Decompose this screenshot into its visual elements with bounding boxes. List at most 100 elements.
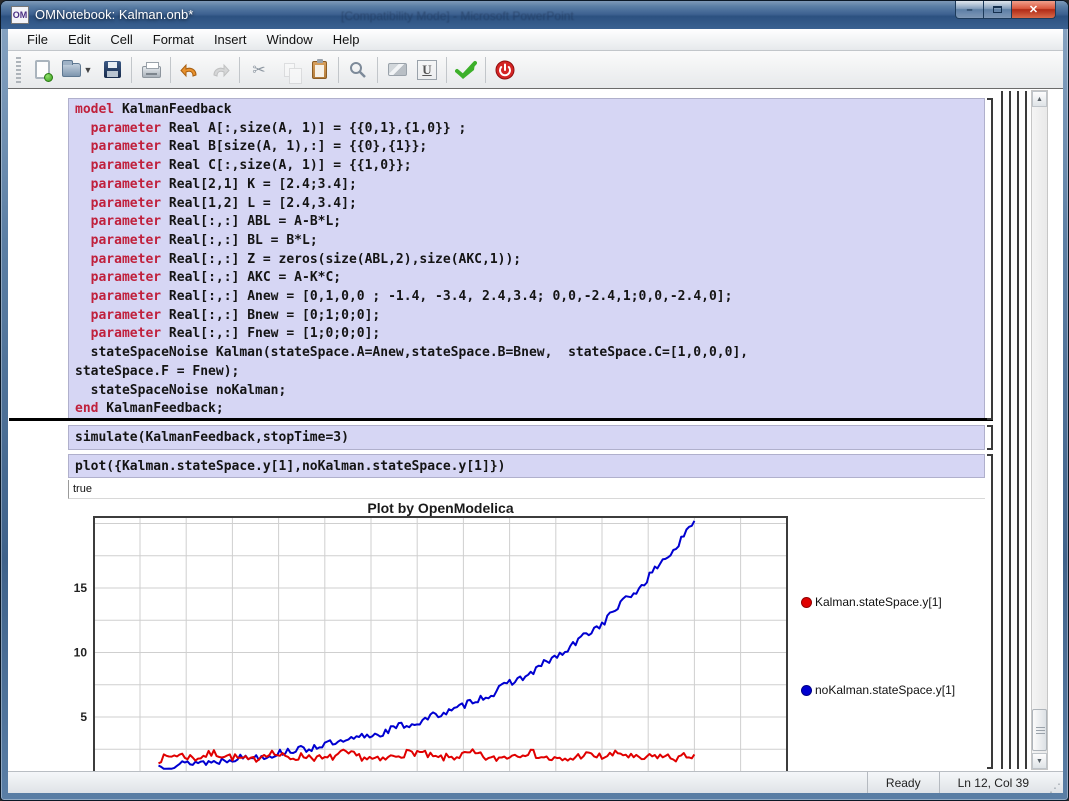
cell-cursor-line[interactable] (9, 418, 993, 421)
scroll-down-button[interactable]: ▼ (1032, 753, 1047, 769)
code-line: parameter Real[:,:] Z = zeros(size(ABL,2… (75, 251, 984, 270)
new-icon (35, 60, 50, 79)
status-ready: Ready (867, 772, 939, 793)
save-button[interactable] (97, 55, 127, 85)
group-bracket-line (1009, 91, 1011, 769)
scroll-up-icon: ▲ (1036, 96, 1043, 103)
copy-button[interactable] (274, 55, 304, 85)
search-button[interactable] (343, 55, 373, 85)
code-line: parameter Real[:,:] BL = B*L; (75, 232, 984, 251)
open-button[interactable]: ▼ (57, 55, 97, 85)
code-line: stateSpaceNoise Kalman(stateSpace.A=Anew… (75, 344, 984, 363)
code-line: parameter Real[:,:] Anew = [0,1,0,0 ; -1… (75, 288, 984, 307)
toolbar-separator (446, 57, 447, 83)
scroll-down-icon: ▼ (1036, 758, 1043, 765)
save-icon (104, 61, 121, 78)
scroll-up-button[interactable]: ▲ (1032, 91, 1047, 107)
plot-title: Plot by OpenModelica (94, 500, 787, 516)
toolbar: ▼ ✂ U (8, 51, 1063, 89)
legend-label: noKalman.stateSpace.y[1] (815, 683, 955, 697)
simulate-cell[interactable]: simulate(KalmanFeedback,stopTime=3) (68, 425, 985, 450)
paste-icon (312, 61, 327, 79)
stop-power-icon (495, 60, 515, 80)
result-cell[interactable]: true (68, 480, 985, 499)
underline-icon: U (417, 60, 437, 80)
maximize-button[interactable] (984, 1, 1011, 19)
code-line: stateSpaceNoise noKalman; (75, 382, 984, 401)
undo-icon (180, 61, 200, 79)
undo-button[interactable] (175, 55, 205, 85)
background-window-ghost-title: [Compatibility Mode] - Microsoft PowerPo… (341, 9, 574, 23)
minimize-button[interactable]: – (955, 1, 984, 19)
svg-text:10: 10 (74, 646, 88, 660)
toolbar-separator (239, 57, 240, 83)
code-line: stateSpace.F = Fnew); (75, 363, 984, 382)
code-line: end KalmanFeedback; (75, 400, 984, 419)
cell-bracket-simulate[interactable] (987, 425, 993, 450)
group-bracket-line (1017, 91, 1019, 769)
insert-image-button[interactable] (382, 55, 412, 85)
code-line: parameter Real[:,:] ABL = A-B*L; (75, 213, 984, 232)
cut-icon: ✂ (252, 60, 265, 80)
menu-bar: File Edit Cell Format Insert Window Help (8, 29, 1063, 51)
toolbar-separator (170, 57, 171, 83)
underline-button[interactable]: U (412, 55, 442, 85)
scrollbar-thumb[interactable] (1032, 709, 1047, 751)
copy-icon (284, 63, 295, 77)
code-line: parameter Real C[:,size(A, 1)] = {{1,0}}… (75, 157, 984, 176)
evaluate-check-icon (455, 60, 477, 80)
print-icon (142, 66, 161, 78)
cell-bracket-model[interactable] (987, 98, 993, 420)
toolbar-separator (485, 57, 486, 83)
image-icon (388, 63, 407, 76)
code-line: parameter Real A[:,size(A, 1)] = {{0,1},… (75, 120, 984, 139)
menu-format[interactable]: Format (144, 30, 203, 49)
title-bar[interactable]: OM OMNotebook: Kalman.onb* [Compatibilit… (1, 1, 1068, 29)
legend-marker-blue (801, 685, 812, 696)
menu-insert[interactable]: Insert (205, 30, 256, 49)
open-dropdown-arrow[interactable]: ▼ (84, 65, 93, 75)
toolbar-grip[interactable] (16, 57, 21, 83)
maximize-icon (993, 6, 1002, 13)
cut-button[interactable]: ✂ (244, 55, 274, 85)
search-icon (348, 60, 368, 80)
open-icon (62, 63, 81, 77)
evaluate-button[interactable] (451, 55, 481, 85)
code-line: parameter Real[1,2] L = [2.4,3.4]; (75, 195, 984, 214)
legend-marker-red (801, 597, 812, 608)
menu-cell[interactable]: Cell (101, 30, 141, 49)
paste-button[interactable] (304, 55, 334, 85)
vertical-scrollbar[interactable]: ▲ ▼ (1031, 90, 1048, 770)
code-line: parameter Real[:,:] AKC = A-K*C; (75, 269, 984, 288)
new-button[interactable] (27, 55, 57, 85)
close-icon: ✕ (1029, 3, 1038, 16)
menu-file[interactable]: File (18, 30, 57, 49)
code-line: parameter Real[:,:] Bnew = [0;1;0;0]; (75, 307, 984, 326)
close-button[interactable]: ✕ (1011, 1, 1056, 19)
legend-item-kalman: Kalman.stateSpace.y[1] (801, 595, 942, 609)
print-button[interactable] (136, 55, 166, 85)
menu-help[interactable]: Help (324, 30, 369, 49)
toolbar-separator (377, 57, 378, 83)
cell-bracket-plot-group[interactable] (987, 454, 993, 769)
stop-button[interactable] (490, 55, 520, 85)
group-bracket-line (1025, 91, 1027, 769)
toolbar-separator (131, 57, 132, 83)
group-bracket-line (1001, 91, 1003, 769)
legend-item-nokalman: noKalman.stateSpace.y[1] (801, 683, 955, 697)
plot-output-cell: Plot by OpenModelica 51015 Kalman.stateS… (68, 499, 985, 771)
app-window: OM OMNotebook: Kalman.onb* [Compatibilit… (0, 0, 1069, 801)
code-line: parameter Real[2,1] K = [2.4;3.4]; (75, 176, 984, 195)
code-line: model KalmanFeedback (75, 101, 984, 120)
legend-label: Kalman.stateSpace.y[1] (815, 595, 942, 609)
status-bar: Ready Ln 12, Col 39 (8, 771, 1063, 793)
resize-grip[interactable] (1047, 772, 1063, 793)
plot-command: plot({Kalman.stateSpace.y[1],noKalman.st… (75, 459, 505, 474)
model-code-cell[interactable]: model KalmanFeedback parameter Real A[:,… (68, 98, 985, 420)
minimize-icon: – (966, 4, 972, 16)
plot-command-cell[interactable]: plot({Kalman.stateSpace.y[1],noKalman.st… (68, 454, 985, 478)
redo-button[interactable] (205, 55, 235, 85)
menu-edit[interactable]: Edit (59, 30, 99, 49)
menu-window[interactable]: Window (257, 30, 321, 49)
status-cursor-position: Ln 12, Col 39 (939, 772, 1047, 793)
